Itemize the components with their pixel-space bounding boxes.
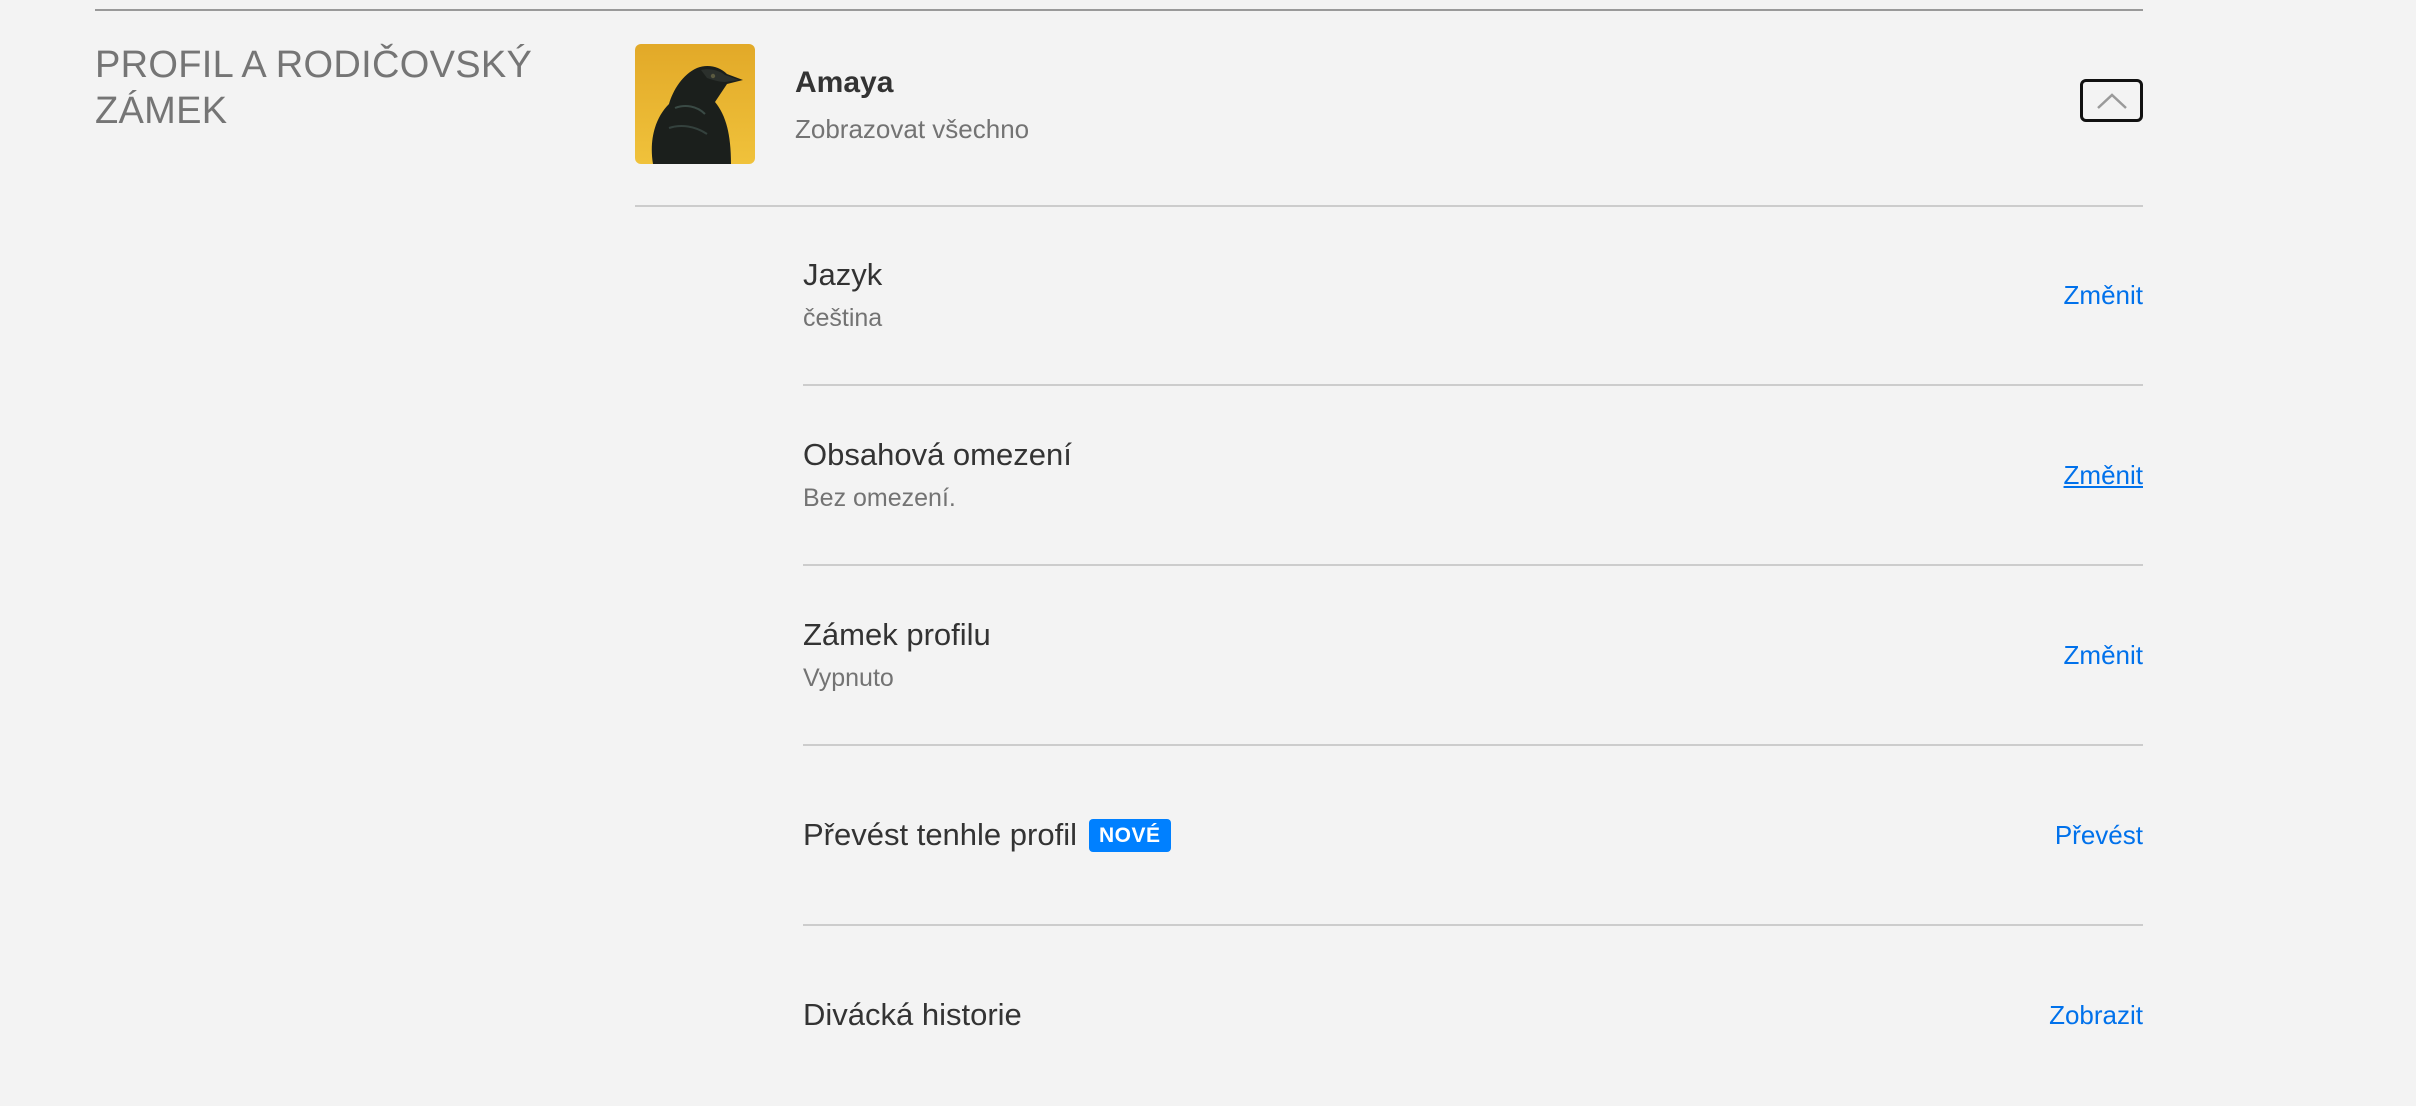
view-history-link[interactable]: Zobrazit [2049, 926, 2143, 1104]
profile-name: Amaya [795, 66, 894, 99]
setting-title-wrapper: Převést tenhle profil NOVÉ [803, 746, 1171, 924]
chevron-up-icon [2096, 92, 2127, 109]
raven-avatar-icon [635, 44, 755, 164]
setting-title: Zámek profilu [803, 617, 991, 652]
change-restrictions-link[interactable]: Změnit [2064, 386, 2143, 564]
change-language-link[interactable]: Změnit [2064, 206, 2143, 384]
setting-row-profile-lock: Zámek profilu Vypnuto Změnit [803, 566, 2143, 746]
new-badge: NOVÉ [1088, 818, 1171, 852]
setting-row-transfer-profile: Převést tenhle profil NOVÉ Převést [803, 746, 2143, 926]
section-title: PROFIL A RODIČOVSKÝ ZÁMEK [95, 44, 533, 132]
profile-avatar [635, 44, 755, 164]
setting-value: čeština [803, 304, 883, 332]
collapse-profile-button[interactable] [2080, 79, 2143, 122]
setting-title: Převést tenhle profil [803, 817, 1077, 852]
setting-value: Vypnuto [803, 664, 894, 692]
top-divider [95, 9, 2143, 11]
setting-row-content-restrictions: Obsahová omezení Bez omezení. Změnit [803, 386, 2143, 566]
transfer-profile-link[interactable]: Převést [2055, 746, 2143, 924]
profile-maturity-label: Zobrazovat všechno [795, 114, 1030, 144]
setting-title: Jazyk [803, 257, 883, 292]
profile-header: Amaya Zobrazovat všechno [635, 44, 2143, 207]
setting-row-language: Jazyk čeština Změnit [803, 206, 2143, 386]
setting-title: Obsahová omezení [803, 437, 1072, 472]
profile-settings-list: Jazyk čeština Změnit Obsahová omezení Be… [803, 206, 2143, 1106]
setting-row-viewing-history: Divácká historie Zobrazit [803, 926, 2143, 1106]
setting-value: Bez omezení. [803, 484, 956, 512]
setting-title: Divácká historie [803, 997, 1022, 1032]
change-profile-lock-link[interactable]: Změnit [2064, 566, 2143, 744]
